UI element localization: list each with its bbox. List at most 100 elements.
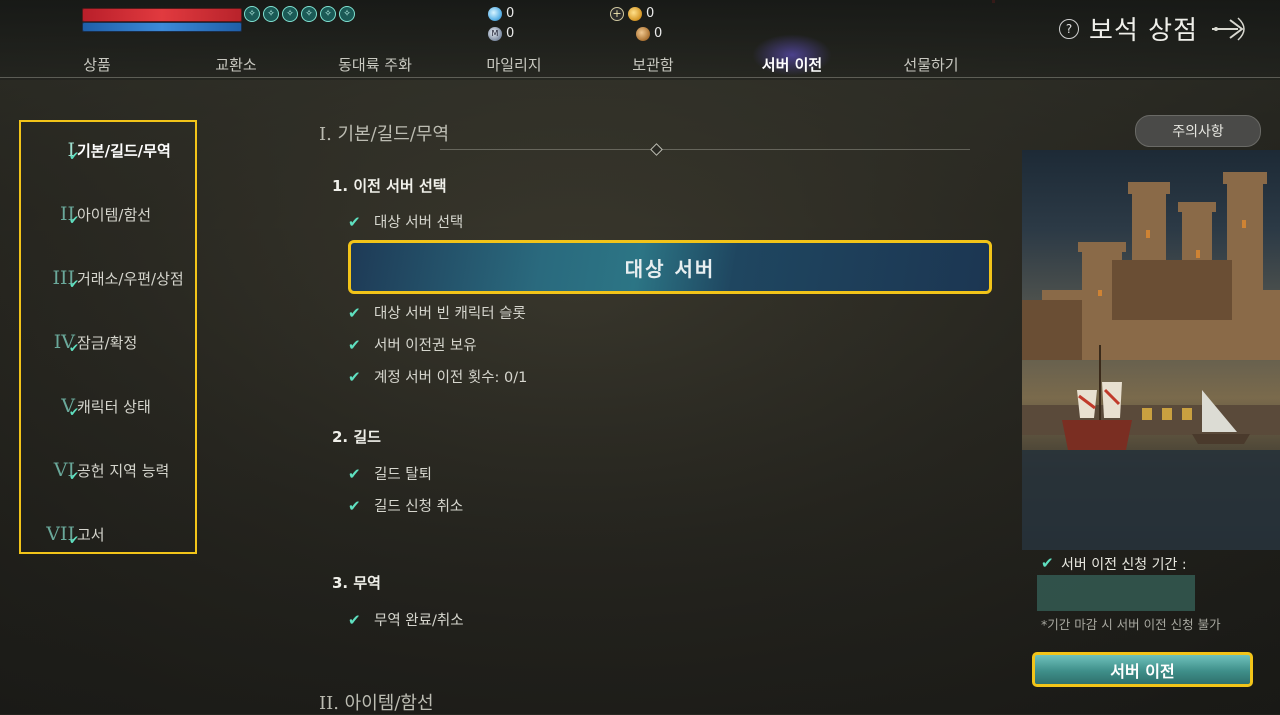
transfer-period: ✔ 서버 이전 신청 기간 : — [1041, 554, 1187, 574]
check-icon: ✔ — [348, 464, 361, 483]
nav-roman-numeral: IV ✔ — [53, 331, 79, 355]
check-icon: ✔ — [1041, 554, 1054, 572]
nav-label: 거래소/우편/상점 — [77, 269, 184, 288]
nav-roman-numeral: VII ✔ — [46, 523, 79, 547]
tab-gift[interactable]: 선물하기 — [903, 54, 958, 75]
bronze-amount: 0 — [654, 26, 663, 41]
notice-button-label: 주의사항 — [1172, 124, 1224, 140]
check-icon: ✔ — [348, 303, 361, 322]
tab-products[interactable]: 상품 — [83, 54, 111, 75]
transfer-period-label: 서버 이전 신청 기간 : — [1061, 557, 1187, 573]
requirement-item: ✔ 길드 신청 취소 — [348, 495, 463, 516]
server-transfer-button[interactable]: 서버 이전 — [1032, 652, 1253, 687]
gold-coin-icon — [628, 6, 642, 21]
check-icon: ✔ — [348, 335, 361, 354]
requirement-item: ✔ 서버 이전권 보유 — [348, 334, 477, 355]
nav-label: 잠금/확정 — [77, 333, 138, 352]
nav-label: 아이템/함선 — [77, 205, 152, 224]
section-title: II. 아이템/함선 — [319, 693, 434, 714]
requirement-item: ✔ 대상 서버 선택 — [348, 211, 463, 232]
section-title: I. 기본/길드/무역 — [319, 124, 450, 145]
requirement-item: ✔ 계정 서버 이전 횟수: 0/1 — [348, 366, 527, 387]
buff-icon[interactable]: ✧ — [301, 6, 317, 22]
check-icon: ✔ — [348, 212, 361, 231]
requirement-item: ✔ 무역 완료/취소 — [348, 609, 464, 630]
check-icon: ✔ — [348, 367, 361, 386]
transfer-period-note: *기간 마감 시 서버 이전 신청 불가 — [1041, 617, 1221, 632]
requirement-label: 무역 완료/취소 — [374, 613, 464, 629]
back-arrow-icon[interactable] — [1208, 14, 1252, 44]
nav-label: 공헌 지역 능력 — [77, 461, 170, 480]
tab-server-transfer[interactable]: 서버 이전 — [762, 54, 822, 75]
buff-icon[interactable]: ✧ — [339, 6, 355, 22]
tab-mileage[interactable]: 마일리지 — [486, 54, 541, 75]
bronze-coin-icon — [636, 26, 650, 41]
transfer-period-value — [1037, 575, 1195, 611]
nav-roman-numeral: V ✔ — [61, 395, 79, 419]
hp-bar — [82, 8, 242, 22]
tab-east-continent-coin[interactable]: 동대륙 주화 — [338, 54, 412, 75]
nav-item-old-book[interactable]: VII ✔ 고서 — [37, 522, 105, 547]
requirement-label: 대상 서버 선택 — [374, 215, 464, 231]
nav-item-character-status[interactable]: V ✔ 캐릭터 상태 — [37, 394, 151, 419]
check-icon: ✔ — [68, 405, 79, 419]
nav-roman-numeral: VI ✔ — [53, 459, 79, 483]
gem-icon — [488, 6, 502, 21]
check-icon: ✔ — [348, 496, 361, 515]
tab-bar: 상품 교환소 동대륙 주화 마일리지 보관함 서버 이전 선물하기 — [0, 50, 1280, 78]
requirement-label: 계정 서버 이전 횟수: 0/1 — [374, 370, 528, 386]
mileage-currency: M 0 — [488, 26, 514, 41]
nav-item-item-ship[interactable]: II ✔ 아이템/함선 — [37, 202, 152, 227]
gold-amount: 0 — [646, 6, 655, 21]
tab-divider — [0, 77, 1280, 78]
nav-roman-numeral: III ✔ — [52, 267, 79, 291]
buff-icon[interactable]: ✧ — [263, 6, 279, 22]
buff-list: ✧ ✧ ✧ ✧ ✧ ✧ — [244, 6, 355, 24]
nav-label: 기본/길드/무역 — [77, 141, 171, 160]
buff-icon[interactable]: ✧ — [320, 6, 336, 22]
notice-button[interactable]: 주의사항 — [1135, 115, 1261, 147]
nav-item-contribution-region[interactable]: VI ✔ 공헌 지역 능력 — [37, 458, 170, 483]
requirement-label: 길드 탈퇴 — [374, 467, 432, 483]
check-icon: ✔ — [348, 610, 361, 629]
tab-exchange[interactable]: 교환소 — [215, 54, 256, 75]
divider-diamond-icon — [650, 143, 663, 156]
buff-icon[interactable]: ✧ — [244, 6, 260, 22]
check-icon: ✔ — [68, 341, 79, 355]
add-currency-icon[interactable]: + — [610, 6, 624, 21]
nav-label: 고서 — [77, 525, 105, 544]
check-icon: ✔ — [68, 213, 79, 227]
subsection-title: 1. 이전 서버 선택 — [332, 177, 447, 195]
check-icon: ✔ — [68, 277, 79, 291]
help-icon[interactable]: ? — [1059, 18, 1080, 39]
mileage-icon: M — [488, 26, 502, 41]
requirement-label: 서버 이전권 보유 — [374, 338, 477, 354]
subsection-title: 3. 무역 — [332, 574, 381, 592]
buff-icon[interactable]: ✧ — [282, 6, 298, 22]
check-icon: ✔ — [68, 469, 79, 483]
gem-amount: 0 — [506, 6, 515, 21]
mp-bar — [82, 22, 242, 32]
nav-label: 캐릭터 상태 — [77, 397, 151, 416]
nav-item-market-mail-shop[interactable]: III ✔ 거래소/우편/상점 — [37, 266, 184, 291]
nav-roman-numeral: I ✔ — [67, 139, 79, 163]
target-server-button[interactable]: 대상 서버 — [348, 240, 992, 294]
mileage-amount: 0 — [506, 26, 515, 41]
nav-roman-numeral: II ✔ — [59, 203, 79, 227]
target-server-label: 대상 서버 — [624, 256, 716, 281]
check-icon: ✔ — [68, 533, 79, 547]
check-icon: ✔ — [68, 149, 79, 163]
nav-item-lock-confirm[interactable]: IV ✔ 잠금/확정 — [37, 330, 138, 355]
requirement-label: 대상 서버 빈 캐릭터 슬롯 — [374, 306, 526, 322]
server-transfer-label: 서버 이전 — [1110, 661, 1175, 681]
gold-currency: + 0 — [610, 6, 654, 21]
tab-storage[interactable]: 보관함 — [632, 54, 673, 75]
shop-header: ? 보석 상점 — [1059, 10, 1252, 47]
gem-currency: 0 — [488, 6, 514, 21]
section-divider — [440, 149, 970, 150]
subsection-title: 2. 길드 — [332, 428, 381, 446]
requirement-item: ✔ 길드 탈퇴 — [348, 463, 432, 484]
nav-item-basic-guild-trade[interactable]: I ✔ 기본/길드/무역 — [37, 138, 171, 163]
requirement-label: 길드 신청 취소 — [374, 499, 464, 515]
page-title: 보석 상점 — [1089, 16, 1198, 46]
